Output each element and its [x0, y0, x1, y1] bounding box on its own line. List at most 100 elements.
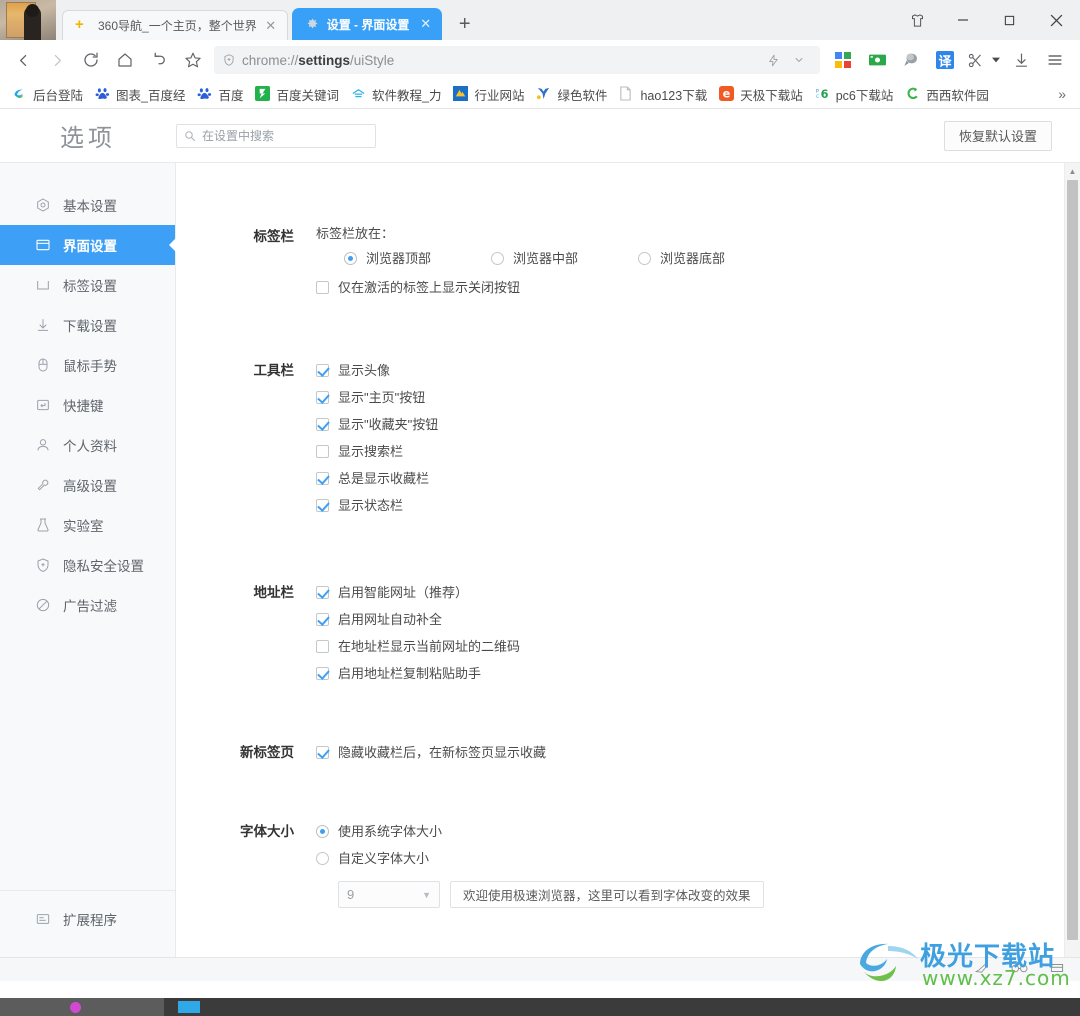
tab-360-navigation[interactable]: 360导航_一个主页，整个世界 ✕	[62, 10, 288, 40]
radio-tabbar-bottom[interactable]: 浏览器底部	[638, 251, 725, 266]
section-label: 工具栏	[253, 363, 295, 378]
menu-icon[interactable]	[1038, 44, 1072, 76]
bookmark-item[interactable]: 后台登陆	[6, 83, 89, 105]
radio-tabbar-top[interactable]: 浏览器顶部	[344, 251, 431, 266]
taskbar-app-icon[interactable]	[70, 1002, 81, 1013]
taskbar-right-segment[interactable]	[164, 998, 1080, 1016]
radio-tabbar-middle[interactable]: 浏览器中部	[491, 251, 578, 266]
bookmark-item[interactable]: 绿色软件	[530, 83, 613, 105]
taskbar-left-segment[interactable]	[0, 998, 164, 1016]
home-icon[interactable]	[108, 44, 142, 76]
close-icon[interactable]: ✕	[418, 16, 434, 32]
sidebar-item-privacy[interactable]: 隐私安全设置	[0, 545, 175, 585]
minimize-button[interactable]	[940, 5, 986, 35]
sidebar-item-shortcuts[interactable]: 快捷键	[0, 385, 175, 425]
checkbox-show-search-bar[interactable]: 显示搜索栏	[316, 444, 403, 459]
scissors-icon[interactable]	[962, 44, 988, 76]
section-newtabpage: 新标签页 隐藏收藏栏后，在新标签页显示收藏	[176, 687, 1064, 766]
status-pen-icon[interactable]	[974, 961, 989, 979]
checkbox-enable-smart-url[interactable]: 启用智能网址（推荐）	[316, 585, 468, 600]
sidebar-item-advanced[interactable]: 高级设置	[0, 465, 175, 505]
close-icon[interactable]: ✕	[263, 18, 279, 34]
svg-text:C: C	[816, 94, 820, 100]
new-tab-button[interactable]: +	[450, 10, 480, 40]
address-bar[interactable]: chrome://settings/uiStyle	[214, 46, 820, 74]
sidebar-item-extensions[interactable]: 扩展程序	[0, 899, 175, 939]
bookmark-item[interactable]: e 天极下载站	[713, 83, 809, 105]
checkbox-show-avatar[interactable]: 显示头像	[316, 363, 390, 378]
bookmark-item[interactable]: 软件教程_力	[345, 83, 447, 105]
section-toolbar: 工具栏 显示头像 显示"主页"按钮 显示"收藏夹"按钮 显示搜索栏 总是显示收藏…	[176, 301, 1064, 519]
scrollbar-thumb[interactable]	[1067, 180, 1078, 940]
lightning-icon[interactable]	[760, 54, 786, 67]
tab-label: 设置 - 界面设置	[326, 17, 410, 32]
scroll-up-arrow-icon[interactable]: ▲	[1065, 163, 1080, 180]
shield-plus-icon	[34, 556, 52, 574]
checkbox-show-favorites-button[interactable]: 显示"收藏夹"按钮	[316, 417, 438, 432]
chevron-down-icon[interactable]	[786, 54, 812, 66]
address-bar-url: chrome://settings/uiStyle	[242, 53, 760, 68]
bookmark-item[interactable]: 行业网站	[447, 83, 530, 105]
star-icon[interactable]	[176, 44, 210, 76]
section-label: 地址栏	[253, 585, 295, 600]
forward-arrow-icon[interactable]	[40, 44, 74, 76]
taskbar-window-icon[interactable]	[178, 1001, 200, 1013]
checkbox-close-button-active-tab-only[interactable]: 仅在激活的标签上显示关闭按钮	[316, 280, 520, 295]
sidebar-item-downloads[interactable]: 下载设置	[0, 305, 175, 345]
tab-settings[interactable]: 设置 - 界面设置 ✕	[291, 8, 442, 40]
sidebar-item-profile[interactable]: 个人资料	[0, 425, 175, 465]
maximize-button[interactable]	[986, 5, 1032, 35]
status-extra-icon[interactable]	[1050, 961, 1064, 979]
bookmark-item[interactable]: PC6 pc6下载站	[809, 83, 900, 105]
status-glasses-icon[interactable]	[1011, 961, 1028, 979]
undo-icon[interactable]	[142, 44, 176, 76]
y-icon	[536, 86, 552, 102]
checkbox-enable-url-autocomplete[interactable]: 启用网址自动补全	[316, 612, 442, 627]
reload-icon[interactable]	[74, 44, 108, 76]
translate-icon[interactable]: 译	[928, 44, 962, 76]
checkbox-always-show-bookmarks-bar[interactable]: 总是显示收藏栏	[316, 471, 429, 486]
radio-indicator	[316, 852, 329, 865]
shirt-icon[interactable]	[894, 5, 940, 35]
vertical-scrollbar[interactable]: ▲	[1064, 163, 1080, 957]
swirl-icon	[12, 86, 28, 102]
settings-header: 选项 在设置中搜索 恢复默认设置	[0, 109, 1080, 163]
sidebar-item-mouse-gestures[interactable]: 鼠标手势	[0, 345, 175, 385]
bookmarks-overflow-button[interactable]: »	[1050, 86, 1074, 102]
radio-custom-font-size[interactable]: 自定义字体大小	[316, 851, 429, 866]
mouse-gesture-icon[interactable]	[894, 44, 928, 76]
windows-apps-icon[interactable]	[826, 44, 860, 76]
checkbox-show-status-bar[interactable]: 显示状态栏	[316, 498, 403, 513]
profile-thumbnail[interactable]	[0, 0, 56, 40]
bookmark-item[interactable]: 百度关键词	[249, 83, 345, 105]
chevron-down-icon: ▼	[422, 889, 431, 900]
radio-use-system-font-size[interactable]: 使用系统字体大小	[316, 824, 442, 839]
section-zoomratio: 缩放比例 跟随系统缩放比例 不跟随系统缩放比例	[176, 908, 1064, 957]
sidebar-item-adblock[interactable]: 广告过滤	[0, 585, 175, 625]
back-arrow-icon[interactable]	[6, 44, 40, 76]
shield-plus-icon	[222, 53, 236, 67]
sidebar-item-basic[interactable]: 基本设置	[0, 185, 175, 225]
restore-defaults-button[interactable]: 恢复默认设置	[943, 120, 1052, 151]
checkbox-enable-copy-paste-helper[interactable]: 启用地址栏复制粘贴助手	[316, 666, 481, 681]
sidebar-item-tabs[interactable]: 标签设置	[0, 265, 175, 305]
svg-text:P: P	[816, 89, 819, 95]
font-size-select[interactable]: 9 ▼	[338, 881, 440, 908]
close-button[interactable]	[1032, 5, 1080, 35]
bookmark-item[interactable]: 百度	[191, 83, 249, 105]
bookmark-item[interactable]: 西西软件园	[899, 83, 995, 105]
sidebar-item-lab[interactable]: 实验室	[0, 505, 175, 545]
section-label: 标签栏	[253, 229, 295, 244]
bookmark-item[interactable]: hao123下载	[613, 83, 713, 105]
settings-search-box[interactable]: 在设置中搜索	[176, 123, 376, 148]
checkbox-show-favorites-on-newtab[interactable]: 隐藏收藏栏后，在新标签页显示收藏	[316, 745, 546, 760]
bookmark-item[interactable]: 图表_百度经	[89, 83, 191, 105]
checkbox-show-qrcode[interactable]: 在地址栏显示当前网址的二维码	[316, 639, 520, 654]
download-icon[interactable]	[1004, 44, 1038, 76]
sidebar-item-interface[interactable]: 界面设置	[0, 225, 176, 265]
radio-indicator	[344, 252, 357, 265]
scissors-dropdown-icon[interactable]	[988, 44, 1004, 76]
money-icon[interactable]	[860, 44, 894, 76]
checkbox-label: 显示搜索栏	[338, 444, 404, 459]
checkbox-show-home-button[interactable]: 显示"主页"按钮	[316, 390, 425, 405]
